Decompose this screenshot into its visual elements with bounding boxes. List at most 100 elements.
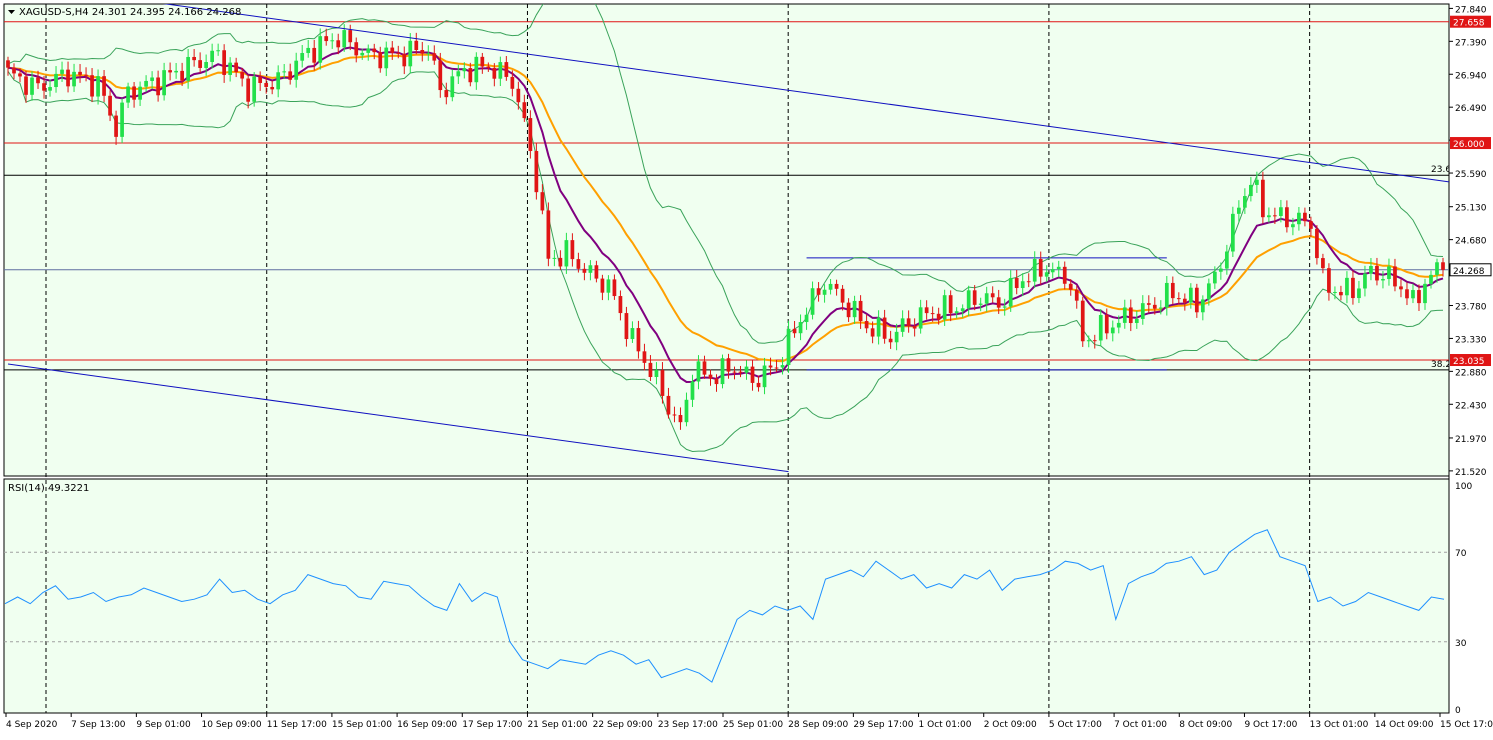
candle-body: [492, 67, 497, 79]
time-tick-label: 1 Oct 01:00: [919, 720, 972, 730]
candle-body: [180, 70, 184, 81]
candle-body: [1230, 213, 1235, 252]
candle-body: [636, 328, 641, 352]
candle-body: [960, 308, 965, 312]
candle-body: [36, 77, 40, 84]
candle-body: [318, 36, 323, 63]
candle-body: [1303, 212, 1307, 222]
price-tick-label: 22.430: [1455, 401, 1487, 411]
price-tick-label: 27.840: [1455, 5, 1487, 15]
candle-body: [1423, 283, 1427, 304]
candle-body: [570, 240, 575, 260]
candle-body: [222, 50, 227, 75]
candle-body: [1176, 298, 1181, 300]
candle-body: [1056, 266, 1061, 270]
rsi-header: RSI(14) 49.3221: [8, 483, 89, 494]
candle-body: [642, 351, 647, 363]
candle-body: [1086, 340, 1091, 342]
candle-body: [252, 76, 257, 102]
candle-body: [156, 77, 160, 96]
candle-body: [78, 71, 82, 75]
candle-body: [1387, 266, 1391, 279]
time-tick-label: 8 Oct 09:00: [1179, 720, 1232, 730]
candle-body: [1285, 207, 1289, 228]
candle-body: [702, 361, 707, 375]
time-tick-label: 10 Sep 09:00: [202, 720, 262, 730]
candle-body: [1273, 215, 1277, 217]
candle-body: [528, 118, 533, 152]
candle-body: [1206, 283, 1211, 300]
candle-body: [1092, 340, 1097, 342]
candle-body: [744, 366, 749, 373]
fib-level-label: 23.6: [1431, 165, 1451, 175]
candle-body: [288, 71, 293, 80]
candle-body: [1393, 266, 1397, 287]
candle-body: [882, 317, 887, 339]
candle-body: [672, 414, 677, 416]
time-tick-label: 17 Sep 17:00: [462, 720, 522, 730]
candle-body: [1164, 282, 1169, 308]
candle-body: [66, 69, 70, 87]
price-tick-label: 21.970: [1455, 435, 1487, 445]
candle-body: [648, 362, 653, 378]
time-tick-label: 7 Oct 01:00: [1114, 720, 1167, 730]
chart-header: XAGUSD-S,H4 24.301 24.395 24.166 24.268: [19, 7, 241, 18]
candle-body: [474, 56, 479, 83]
candle-body: [210, 50, 215, 63]
candle-body: [102, 76, 106, 96]
price-tick-label: 24.680: [1455, 237, 1487, 247]
candle-body: [264, 82, 269, 87]
candle-body: [972, 290, 977, 305]
candle-body: [1188, 287, 1193, 303]
candle-body: [1122, 307, 1127, 323]
candle-body: [216, 50, 221, 52]
candle-body: [1333, 291, 1337, 293]
candle-body: [1038, 258, 1043, 277]
time-tick-label: 2 Oct 09:00: [984, 720, 1037, 730]
candle-body: [660, 370, 665, 396]
candle-body: [1357, 288, 1361, 299]
rsi-tick-label: 30: [1455, 639, 1467, 649]
candle-body: [1261, 179, 1265, 218]
candle-body: [1249, 184, 1253, 197]
candle-body: [990, 293, 995, 298]
candle-body: [1405, 289, 1409, 299]
candle-body: [192, 56, 196, 61]
candle-body: [144, 80, 148, 87]
candle-body: [1020, 281, 1025, 289]
candle-body: [1182, 298, 1187, 303]
time-tick-label: 21 Sep 01:00: [527, 720, 587, 730]
candle-body: [612, 279, 617, 297]
candle-body: [366, 48, 371, 53]
candle-body: [1399, 286, 1403, 290]
chart-window: 23.638.2 27.84027.39026.94026.49026.0402…: [0, 0, 1493, 736]
candle-body: [906, 318, 911, 327]
candle-body: [1008, 278, 1013, 307]
candle-body: [1200, 299, 1205, 313]
candle-body: [1381, 278, 1385, 281]
time-tick-label: 7 Sep 13:00: [71, 720, 126, 730]
candle-body: [234, 62, 239, 73]
price-tick-label: 27.390: [1455, 38, 1487, 48]
candle-body: [1309, 221, 1313, 229]
candle-body: [174, 70, 178, 73]
candle-body: [450, 76, 455, 98]
time-tick-label: 15 Oct 17:00: [1440, 720, 1493, 730]
candle-body: [864, 321, 869, 329]
candle-body: [828, 283, 833, 290]
candle-body: [1044, 272, 1049, 277]
candle-body: [798, 322, 803, 334]
candle-body: [120, 102, 124, 137]
candle-body: [930, 313, 935, 315]
time-tick-label: 15 Sep 01:00: [332, 720, 392, 730]
candle-body: [624, 313, 629, 340]
candle-body: [1032, 258, 1037, 282]
candle-body: [360, 52, 365, 56]
candle-body: [918, 307, 923, 329]
candle-body: [198, 60, 202, 68]
candle-body: [786, 328, 791, 366]
candle-body: [780, 365, 785, 368]
time-tick-label: 4 Sep 2020: [6, 720, 58, 730]
price-line-label: 23.035: [1453, 357, 1485, 367]
time-tick-label: 9 Oct 17:00: [1244, 720, 1297, 730]
